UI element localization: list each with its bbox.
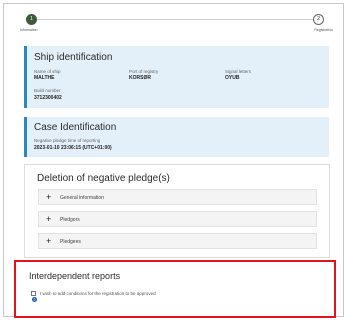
deletion-title: Deletion of negative pledge(s) [37, 173, 170, 184]
accordion-label: Pledgors [60, 217, 80, 223]
step-2-label: Registration [314, 28, 333, 32]
accordion-label: Pledgees [60, 239, 81, 245]
plus-icon: + [46, 236, 52, 246]
build-number-value: 3712300402 [34, 95, 62, 101]
ship-name-value: MALTHE [34, 75, 55, 81]
progress-stepper: 1 Information 2 Registration [4, 4, 345, 38]
signal-letters-value: OYUB [225, 75, 240, 81]
conditions-checkbox[interactable] [31, 291, 36, 296]
port-label: Port of registry [129, 69, 159, 74]
interdependent-title: Interdependent reports [29, 271, 121, 281]
deletion-panel: Deletion of negative pledge(s) + General… [24, 164, 330, 258]
signal-letters-label: Signal letters [225, 69, 252, 74]
accordion-general-information[interactable]: + General information [38, 189, 317, 205]
ship-identification-panel: Ship identification Name of ship MALTHE … [24, 46, 329, 108]
report-time-value: 2023-01-10 23:06:15 (UTC+01:00) [34, 145, 112, 151]
help-icon[interactable]: ? [32, 297, 37, 302]
plus-icon: + [46, 192, 52, 202]
stepper-line [31, 19, 319, 20]
case-identification-title: Case Identification [34, 122, 117, 133]
page-frame: 1 Information 2 Registration Ship identi… [3, 3, 345, 318]
step-1-indicator[interactable]: 1 [26, 14, 37, 25]
report-time-label: Negative pledge time of reporting [34, 138, 101, 143]
accordion-pledgors[interactable]: + Pledgors [38, 211, 317, 227]
accordion-pledgees[interactable]: + Pledgees [38, 233, 317, 249]
step-2-indicator[interactable]: 2 [313, 14, 324, 25]
accordion-label: General information [60, 195, 104, 201]
port-value: KORSØR [129, 75, 151, 81]
build-number-label: Build number [34, 88, 61, 93]
step-1-label: Information [20, 28, 38, 32]
plus-icon: + [46, 214, 52, 224]
case-identification-panel: Case Identification Negative pledge time… [24, 117, 329, 157]
conditions-checkbox-label[interactable]: I wish to add conditions for the registr… [40, 291, 156, 296]
interdependent-reports-panel: Interdependent reports I wish to add con… [14, 260, 336, 318]
ship-identification-title: Ship identification [34, 52, 113, 63]
ship-name-label: Name of ship [34, 69, 61, 74]
